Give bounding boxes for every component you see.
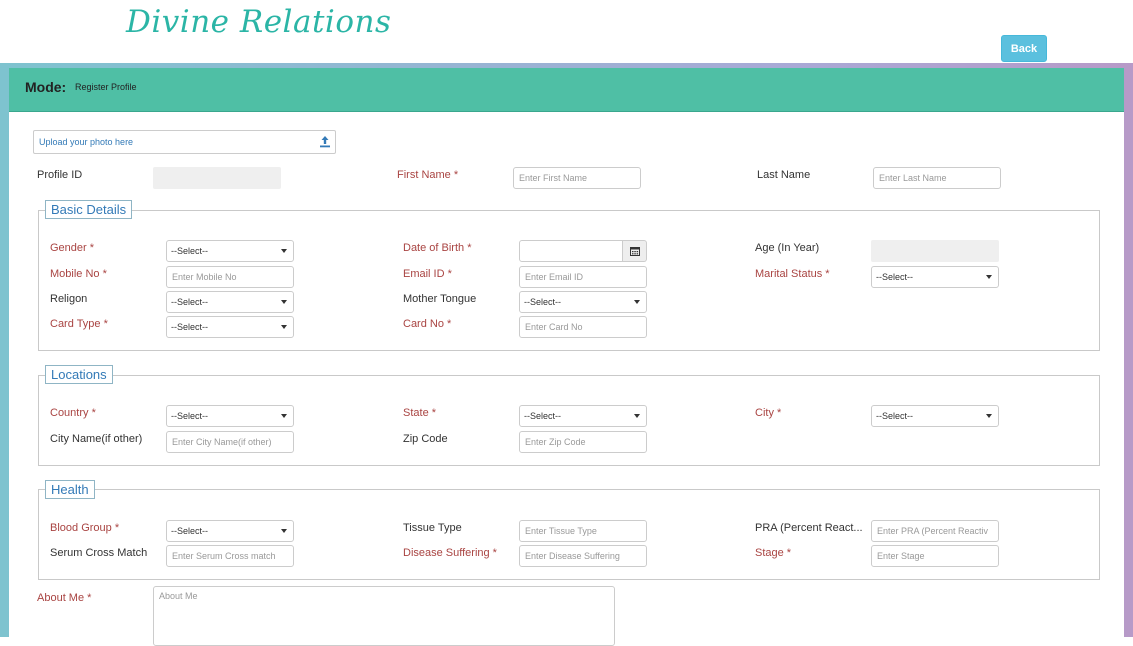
mobile-label: Mobile No * (50, 268, 107, 280)
state-value: --Select-- (524, 411, 562, 421)
last-name-label: Last Name (757, 169, 811, 181)
tissue-type-input[interactable]: Enter Tissue Type (519, 520, 647, 542)
about-me-textarea[interactable]: About Me (153, 586, 615, 646)
upload-icon[interactable] (319, 135, 331, 148)
email-input[interactable]: Enter Email ID (519, 266, 647, 288)
religion-label: Religon (50, 293, 88, 305)
mode-bar: Mode: Register Profile (9, 68, 1124, 112)
religion-value: --Select-- (171, 297, 209, 307)
basic-details-legend: Basic Details (45, 200, 133, 219)
caret-down-icon (281, 529, 287, 533)
state-select[interactable]: --Select-- (519, 405, 647, 427)
mode-label: Mode: (25, 79, 67, 95)
caret-down-icon (281, 300, 287, 304)
zip-code-label: Zip Code (403, 433, 448, 445)
caret-down-icon (634, 414, 640, 418)
mode-value: Register Profile (75, 82, 137, 92)
tissue-type-label: Tissue Type (403, 522, 462, 534)
city-name-label: City Name(if other) (50, 433, 143, 445)
card-no-label: Card No * (403, 318, 452, 330)
gender-value: --Select-- (171, 246, 209, 256)
caret-down-icon (281, 414, 287, 418)
caret-down-icon (634, 300, 640, 304)
calendar-button[interactable] (623, 240, 647, 262)
pra-input[interactable]: Enter PRA (Percent Reactiv (871, 520, 999, 542)
country-select[interactable]: --Select-- (166, 405, 294, 427)
mother-tongue-value: --Select-- (524, 297, 562, 307)
first-name-input[interactable]: Enter First Name (513, 167, 641, 189)
serum-cross-match-label: Serum Cross Match (50, 547, 148, 559)
religion-select[interactable]: --Select-- (166, 291, 294, 313)
gender-select[interactable]: --Select-- (166, 240, 294, 262)
blood-group-select[interactable]: --Select-- (166, 520, 294, 542)
blood-group-value: --Select-- (171, 526, 209, 536)
top-bar: Divine Relations Back (0, 0, 1133, 63)
card-no-input[interactable]: Enter Card No (519, 316, 647, 338)
card-type-select[interactable]: --Select-- (166, 316, 294, 338)
mobile-input[interactable]: Enter Mobile No (166, 266, 294, 288)
gender-label: Gender * (50, 242, 95, 254)
email-label: Email ID * (403, 268, 452, 280)
blood-group-label: Blood Group * (50, 522, 120, 534)
locations-legend: Locations (45, 365, 113, 384)
city-value: --Select-- (876, 411, 914, 421)
upload-placeholder: Upload your photo here (39, 137, 134, 147)
marital-status-label: Marital Status * (755, 268, 830, 280)
serum-cross-match-input[interactable]: Enter Serum Cross match (166, 545, 294, 567)
country-label: Country * (50, 407, 96, 419)
marital-status-select[interactable]: --Select-- (871, 266, 999, 288)
profile-id-field (153, 167, 281, 189)
stage-input[interactable]: Enter Stage (871, 545, 999, 567)
dob-label: Date of Birth * (403, 242, 472, 254)
age-label: Age (In Year) (755, 242, 820, 254)
calendar-icon (629, 247, 640, 256)
city-name-input[interactable]: Enter City Name(if other) (166, 431, 294, 453)
mother-tongue-select[interactable]: --Select-- (519, 291, 647, 313)
caret-down-icon (986, 414, 992, 418)
disease-suffering-label: Disease Suffering * (403, 547, 497, 559)
caret-down-icon (281, 249, 287, 253)
caret-down-icon (281, 325, 287, 329)
country-value: --Select-- (171, 411, 209, 421)
caret-down-icon (986, 275, 992, 279)
dob-input[interactable] (519, 240, 623, 262)
logo: Divine Relations (126, 4, 392, 40)
back-button[interactable]: Back (1001, 35, 1047, 62)
photo-upload-input[interactable]: Upload your photo here (33, 130, 336, 154)
about-me-label: About Me * (37, 592, 92, 604)
mother-tongue-label: Mother Tongue (403, 293, 477, 305)
marital-status-value: --Select-- (876, 272, 914, 282)
pra-label: PRA (Percent React... (755, 522, 863, 534)
card-type-value: --Select-- (171, 322, 209, 332)
state-label: State * (403, 407, 437, 419)
card-type-label: Card Type * (50, 318, 108, 330)
health-legend: Health (45, 480, 95, 499)
stage-label: Stage * (755, 547, 792, 559)
age-field (871, 240, 999, 262)
last-name-input[interactable]: Enter Last Name (873, 167, 1001, 189)
city-select[interactable]: --Select-- (871, 405, 999, 427)
disease-suffering-input[interactable]: Enter Disease Suffering (519, 545, 647, 567)
zip-code-input[interactable]: Enter Zip Code (519, 431, 647, 453)
city-label: City * (755, 407, 782, 419)
first-name-label: First Name * (397, 169, 459, 181)
profile-id-label: Profile ID (37, 169, 83, 181)
